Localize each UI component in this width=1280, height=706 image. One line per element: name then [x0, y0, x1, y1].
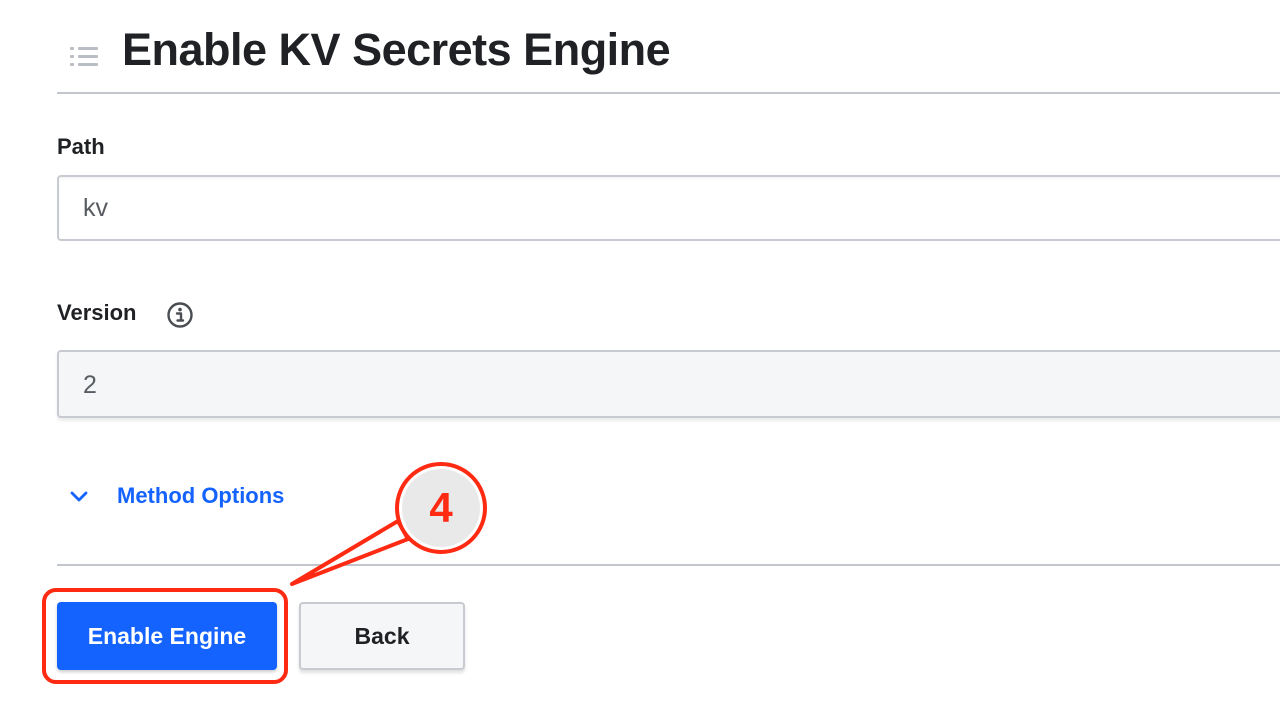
version-select[interactable]: 2: [57, 350, 1280, 418]
header-divider: [57, 92, 1280, 94]
enable-kv-secrets-engine-page: Enable KV Secrets Engine Path Version 2 …: [0, 0, 1280, 706]
path-input[interactable]: [57, 175, 1280, 241]
info-icon[interactable]: [166, 301, 194, 329]
page-title: Enable KV Secrets Engine: [122, 24, 671, 75]
version-selected-value: 2: [83, 371, 97, 399]
back-button[interactable]: Back: [299, 602, 465, 670]
form-divider: [57, 564, 1280, 566]
list-icon[interactable]: [70, 46, 98, 68]
path-label: Path: [57, 134, 105, 159]
method-options-label: Method Options: [117, 483, 285, 508]
enable-engine-button[interactable]: Enable Engine: [57, 602, 277, 670]
method-options-toggle[interactable]: Method Options: [68, 478, 284, 514]
step-number-badge: 4: [395, 462, 487, 554]
chevron-down-icon: [70, 491, 88, 502]
version-label: Version: [57, 300, 137, 325]
